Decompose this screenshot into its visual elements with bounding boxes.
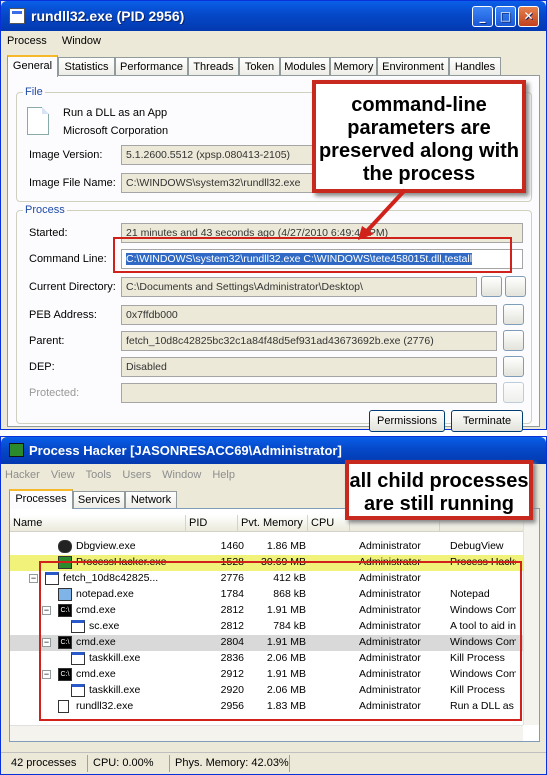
child-processes-highlight-box — [39, 561, 522, 721]
vertical-scrollbar[interactable] — [523, 509, 539, 725]
tab-processes[interactable]: Processes — [9, 489, 73, 509]
menu-help[interactable]: Help — [208, 466, 239, 484]
status-process-count: 42 processes — [11, 757, 77, 769]
table-row[interactable]: Dbgview.exe 1460 1.86 MB Administrator Debug… — [10, 539, 531, 555]
column-name[interactable]: Name — [10, 515, 186, 532]
cell-desc: DebugView — [450, 540, 504, 552]
menu-window[interactable]: Window — [158, 466, 205, 484]
status-divider — [289, 755, 290, 772]
cell-mem: 1.86 MB — [266, 540, 306, 552]
cell-name: Dbgview.exe — [76, 540, 136, 552]
column-cpu[interactable]: CPU — [308, 515, 350, 532]
tree-collapse-icon[interactable]: − — [29, 574, 38, 583]
column-pvt-memory[interactable]: Pvt. Memory — [238, 515, 308, 532]
child-processes-callout: all child processes are still running — [345, 460, 533, 520]
dbg-process-icon — [58, 540, 72, 553]
window-title: Process Hacker [JASONRESACC69\Administra… — [29, 443, 342, 458]
status-bar: 42 processes CPU: 0.00% Phys. Memory: 42… — [1, 752, 546, 774]
process-hacker-icon — [9, 443, 24, 457]
menu-view[interactable]: View — [47, 466, 79, 484]
status-phys-memory: Phys. Memory: 42.03% — [175, 757, 289, 769]
callout2-line1: all child processes — [349, 470, 529, 492]
status-divider — [87, 755, 88, 772]
tab-general[interactable]: General — [7, 55, 58, 77]
tab-services[interactable]: Services — [73, 491, 125, 509]
menu-tools[interactable]: Tools — [82, 466, 116, 484]
column-pid[interactable]: PID — [186, 515, 238, 532]
callout1-arrow — [364, 188, 407, 234]
menu-users[interactable]: Users — [118, 466, 155, 484]
cell-user: Administrator — [359, 540, 421, 552]
tab-network[interactable]: Network — [125, 491, 177, 509]
cell-pid: 1460 — [220, 540, 244, 552]
callout2-line2: are still running — [363, 493, 515, 515]
horizontal-scrollbar[interactable] — [10, 725, 523, 741]
menu-hacker[interactable]: Hacker — [1, 466, 44, 484]
status-cpu: CPU: 0.00% — [93, 757, 154, 769]
status-divider — [169, 755, 170, 772]
